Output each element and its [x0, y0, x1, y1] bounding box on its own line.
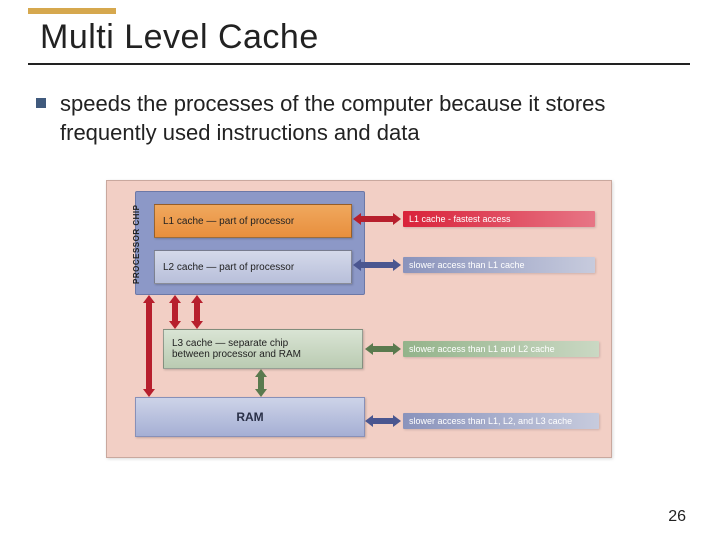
processor-chip-label: PROCESSOR CHIP — [132, 205, 141, 284]
l3-cache-box: L3 cache — separate chip between process… — [163, 329, 363, 369]
ram-box: RAM — [135, 397, 365, 437]
accent-bar — [28, 8, 116, 14]
arrow-l3-speed — [365, 345, 401, 353]
l1-cache-box: L1 cache — part of processor — [154, 204, 352, 238]
speed-bar-ram: slower access than L1, L2, and L3 cache — [403, 413, 599, 429]
arrow-ram-speed — [365, 417, 401, 425]
speed-bar-l3: slower access than L1 and L2 cache — [403, 341, 599, 357]
bullet-row: speeds the processes of the computer bec… — [36, 90, 680, 147]
page-number: 26 — [668, 508, 686, 526]
arrow-l1-speed — [353, 215, 401, 223]
title-area: Multi Level Cache — [28, 18, 690, 65]
arrow-proc-l3-left — [171, 295, 179, 329]
processor-chip-box: PROCESSOR CHIP L1 cache — part of proces… — [135, 191, 365, 295]
l3-line1: L3 cache — separate chip — [172, 338, 362, 349]
l2-cache-box: L2 cache — part of processor — [154, 250, 352, 284]
cache-diagram: PROCESSOR CHIP L1 cache — part of proces… — [106, 180, 612, 458]
bullet-text: speeds the processes of the computer bec… — [60, 90, 680, 147]
arrow-proc-ram — [145, 295, 153, 397]
l3-line2: between processor and RAM — [172, 349, 362, 360]
slide-title: Multi Level Cache — [28, 18, 690, 57]
arrow-proc-l3-right — [193, 295, 201, 329]
bullet-icon — [36, 98, 46, 108]
speed-bar-l1: L1 cache - fastest access — [403, 211, 595, 227]
arrow-l2-speed — [353, 261, 401, 269]
arrow-l3-ram — [257, 369, 265, 397]
speed-bar-l2: slower access than L1 cache — [403, 257, 595, 273]
